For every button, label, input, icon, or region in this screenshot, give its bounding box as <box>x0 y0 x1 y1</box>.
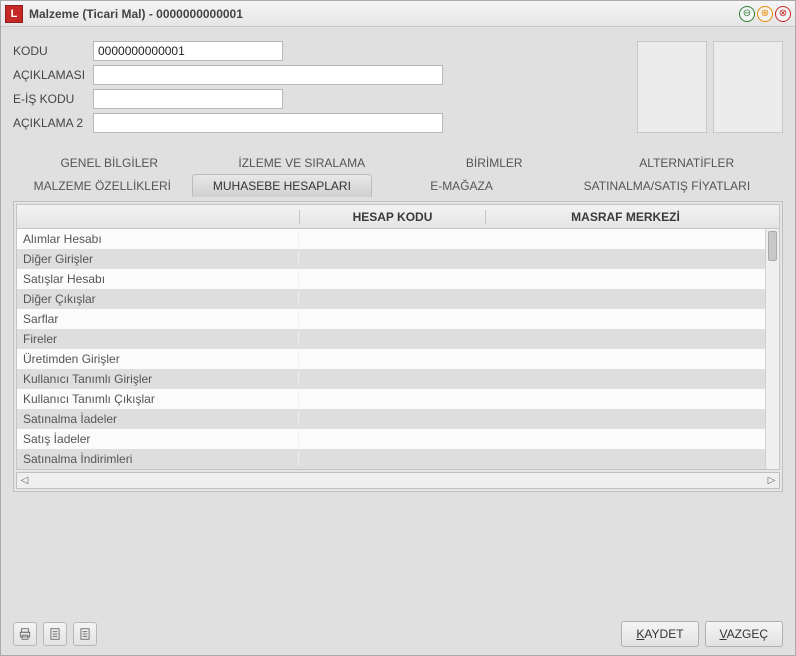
aciklama2-input[interactable] <box>93 113 443 133</box>
table-row[interactable]: Diğer Çıkışlar <box>17 289 765 309</box>
tab-satinalma-satis-fiyatlari[interactable]: SATINALMA/SATIŞ FİYATLARI <box>551 174 783 197</box>
table-row[interactable]: Satış İadeler <box>17 429 765 449</box>
app-window: L Malzeme (Ticari Mal) - 0000000000001 ⊖… <box>0 0 796 656</box>
grid-header: HESAP KODU MASRAF MERKEZİ <box>17 205 779 229</box>
horizontal-scrollbar[interactable]: ◁ ▷ <box>16 472 780 489</box>
row-label: Diğer Çıkışlar <box>17 292 299 306</box>
close-button[interactable]: ⊗ <box>775 6 791 22</box>
maximize-button[interactable]: ⊕ <box>757 6 773 22</box>
table-row[interactable]: Satışlar Hesabı <box>17 269 765 289</box>
col-header-hesap-kodu[interactable]: HESAP KODU <box>299 210 485 224</box>
window-controls: ⊖ ⊕ ⊗ <box>739 6 791 22</box>
scroll-thumb[interactable] <box>768 231 777 261</box>
table-row[interactable]: Alımlar Hesabı <box>17 229 765 249</box>
aciklama2-label: AÇIKLAMA 2 <box>13 116 93 130</box>
document-icon <box>78 627 92 641</box>
app-icon: L <box>5 5 23 23</box>
image-placeholder-1[interactable] <box>637 41 707 133</box>
row-label: Üretimden Girişler <box>17 352 299 366</box>
row-label: Kullanıcı Tanımlı Çıkışlar <box>17 392 299 406</box>
row-label: Sarflar <box>17 312 299 326</box>
kodu-input[interactable] <box>93 41 283 61</box>
grid-rows: Alımlar Hesabı Diğer Girişler Satışlar Hes… <box>17 229 765 469</box>
content-area: KODU AÇIKLAMASI E-İŞ KODU AÇIKLAMA 2 <box>1 27 795 613</box>
row-label: Satış İadeler <box>17 432 299 446</box>
row-label: Kullanıcı Tanımlı Girişler <box>17 372 299 386</box>
tab-alternatifler[interactable]: ALTERNATİFLER <box>591 151 784 174</box>
row-label: Satınalma İadeler <box>17 412 299 426</box>
aciklamasi-input[interactable] <box>93 65 443 85</box>
window-title: Malzeme (Ticari Mal) - 0000000000001 <box>29 7 733 21</box>
scroll-left-arrow[interactable]: ◁ <box>17 473 32 488</box>
table-row[interactable]: Kullanıcı Tanımlı Girişler <box>17 369 765 389</box>
row-label: Fireler <box>17 332 299 346</box>
title-bar: L Malzeme (Ticari Mal) - 0000000000001 ⊖… <box>1 1 795 27</box>
tab-row-1: GENEL BİLGİLER İZLEME VE SIRALAMA BİRİML… <box>13 151 783 174</box>
empty-space <box>13 492 783 605</box>
tab-e-magaza[interactable]: E-MAĞAZA <box>372 174 551 197</box>
aciklamasi-label: AÇIKLAMASI <box>13 68 93 82</box>
document-button-1[interactable] <box>43 622 67 646</box>
table-row[interactable]: Sarflar <box>17 309 765 329</box>
col-header-masraf-merkezi[interactable]: MASRAF MERKEZİ <box>485 210 765 224</box>
image-placeholders <box>637 41 783 133</box>
image-placeholder-2[interactable] <box>713 41 783 133</box>
vertical-scrollbar[interactable] <box>765 229 779 469</box>
tab-izleme-siralama[interactable]: İZLEME VE SIRALAMA <box>206 151 399 174</box>
row-label: Satınalma İndirimleri <box>17 452 299 466</box>
footer-bar: KAYDET VAZGEÇ <box>1 613 795 655</box>
eis-kodu-input[interactable] <box>93 89 283 109</box>
kodu-label: KODU <box>13 44 93 58</box>
accounts-grid: HESAP KODU MASRAF MERKEZİ Alımlar Hesabı… <box>16 204 780 470</box>
cancel-button[interactable]: VAZGEÇ <box>705 621 783 647</box>
scroll-right-arrow[interactable]: ▷ <box>764 473 779 488</box>
printer-icon <box>18 627 32 641</box>
table-row[interactable]: Fireler <box>17 329 765 349</box>
row-label: Diğer Girişler <box>17 252 299 266</box>
grid-wrapper: HESAP KODU MASRAF MERKEZİ Alımlar Hesabı… <box>13 201 783 492</box>
row-label: Alımlar Hesabı <box>17 232 299 246</box>
tab-muhasebe-hesaplari[interactable]: MUHASEBE HESAPLARI <box>192 174 373 197</box>
table-row[interactable]: Satınalma İadeler <box>17 409 765 429</box>
tab-malzeme-ozellikleri[interactable]: MALZEME ÖZELLİKLERİ <box>13 174 192 197</box>
row-label: Satışlar Hesabı <box>17 272 299 286</box>
minimize-button[interactable]: ⊖ <box>739 6 755 22</box>
form-area: KODU AÇIKLAMASI E-İŞ KODU AÇIKLAMA 2 <box>13 41 443 137</box>
tab-genel-bilgiler[interactable]: GENEL BİLGİLER <box>13 151 206 174</box>
eis-kodu-label: E-İŞ KODU <box>13 92 93 106</box>
tab-strip: GENEL BİLGİLER İZLEME VE SIRALAMA BİRİML… <box>13 151 783 197</box>
tab-birimler[interactable]: BİRİMLER <box>398 151 591 174</box>
table-row[interactable]: Satınalma İndirimleri <box>17 449 765 469</box>
grid-body: Alımlar Hesabı Diğer Girişler Satışlar Hes… <box>17 229 779 469</box>
save-button[interactable]: KAYDET <box>621 621 698 647</box>
document-button-2[interactable] <box>73 622 97 646</box>
print-button[interactable] <box>13 622 37 646</box>
form-top-row: KODU AÇIKLAMASI E-İŞ KODU AÇIKLAMA 2 <box>13 41 783 137</box>
table-row[interactable]: Kullanıcı Tanımlı Çıkışlar <box>17 389 765 409</box>
table-row[interactable]: Üretimden Girişler <box>17 349 765 369</box>
document-icon <box>48 627 62 641</box>
tab-row-2: MALZEME ÖZELLİKLERİ MUHASEBE HESAPLARI E… <box>13 174 783 197</box>
table-row[interactable]: Diğer Girişler <box>17 249 765 269</box>
